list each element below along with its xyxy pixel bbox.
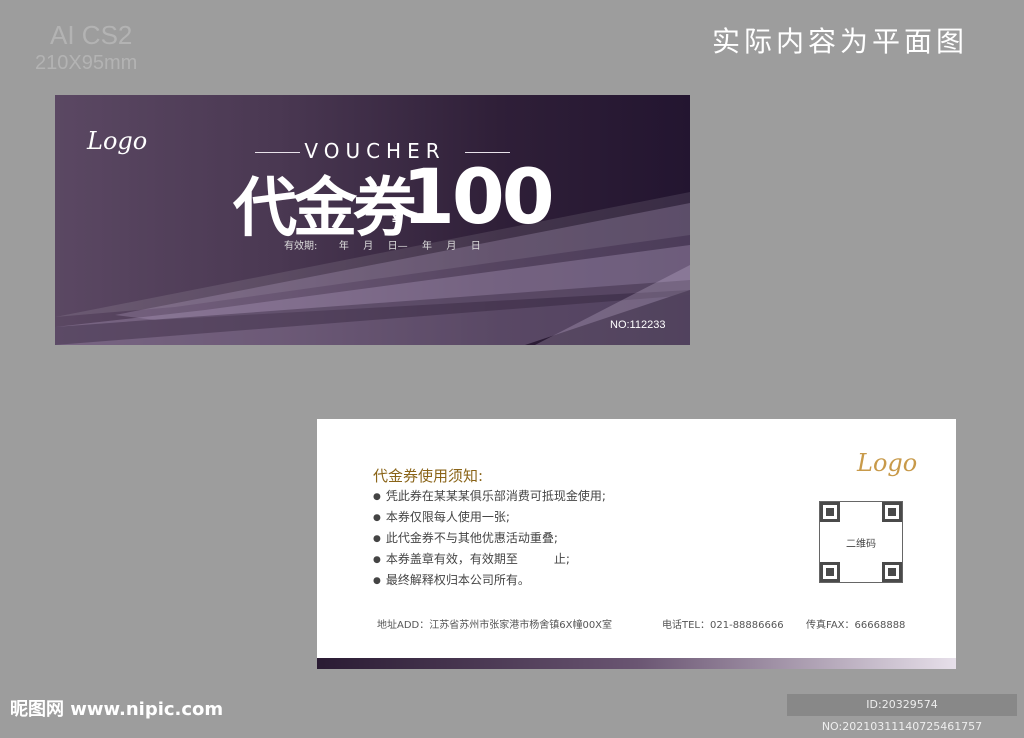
qr-code-placeholder: 二维码 [819, 501, 903, 583]
currency-symbol: ¥ [392, 213, 402, 229]
rule-item: 本券盖章有效，有效期至 止; [373, 549, 606, 570]
gradient-bar [317, 658, 956, 669]
qr-label: 二维码 [846, 539, 876, 550]
voucher-title: 代金券 [233, 172, 417, 246]
fax: 传真FAX：66668888 [806, 620, 906, 631]
notice-title: 代金券使用须知: [373, 467, 484, 485]
back-logo: Logo [857, 449, 918, 477]
qr-finder-icon [820, 502, 840, 522]
rule-item: 最终解释权归本公司所有。 [373, 570, 606, 591]
rule-item: 本券仅限每人使用一张; [373, 507, 606, 528]
note-label: 实际内容为平面图 [712, 25, 969, 58]
watermark: 昵图网 www.nipic.com [10, 699, 224, 720]
voucher-front: Logo VOUCHER 代金券 ¥ 100 有效期: 年 月 日— 年 月 日… [55, 95, 690, 345]
validity-text: 有效期: 年 月 日— 年 月 日 [284, 241, 481, 252]
size-label: 210X95mm [35, 52, 138, 74]
image-id: ID:20329574 NO:20210311140725461757 [787, 694, 1017, 733]
software-label: AI CS2 [50, 20, 133, 50]
voucher-number: NO:112233 [610, 319, 666, 331]
voucher-back: Logo 代金券使用须知: 凭此券在某某某俱乐部消费可抵现金使用; 本券仅限每人… [317, 419, 956, 669]
front-logo: Logo [87, 127, 148, 155]
voucher-amount: 100 [402, 152, 555, 241]
qr-finder-icon [882, 502, 902, 522]
address: 地址ADD：江苏省苏州市张家港市杨舍镇6X幢00X室 [377, 620, 613, 631]
qr-finder-icon [820, 562, 840, 582]
rules-list: 凭此券在某某某俱乐部消费可抵现金使用; 本券仅限每人使用一张; 此代金券不与其他… [373, 486, 606, 591]
qr-finder-icon [882, 562, 902, 582]
rule-item: 此代金券不与其他优惠活动重叠; [373, 528, 606, 549]
rule-item: 凭此券在某某某俱乐部消费可抵现金使用; [373, 486, 606, 507]
telephone: 电话TEL：021-88886666 [662, 620, 784, 631]
